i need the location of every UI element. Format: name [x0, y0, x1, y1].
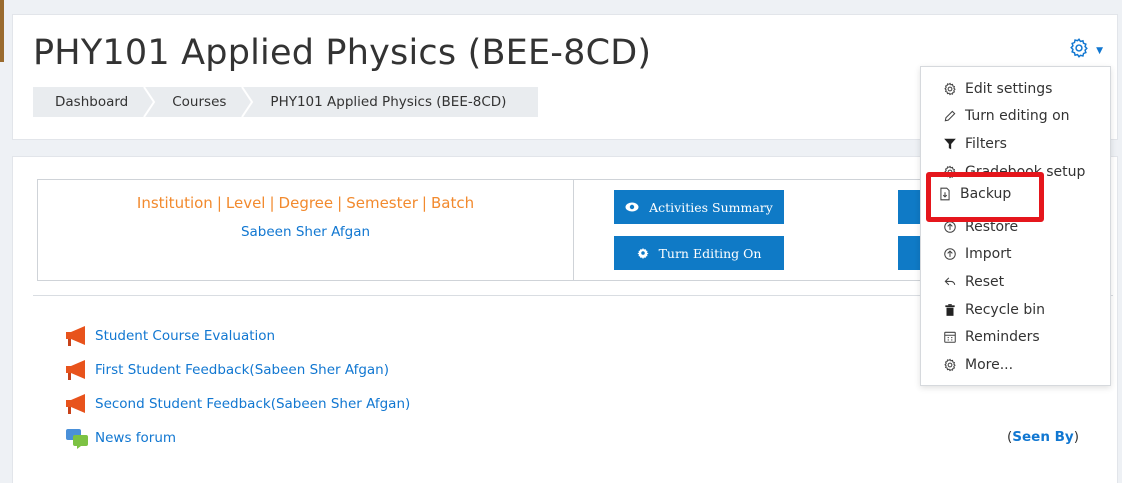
menu-item-reminders[interactable]: Reminders [921, 323, 1110, 351]
activity-first-feedback[interactable]: First Student Feedback(Sabeen Sher Afgan… [65, 359, 389, 381]
menu-item-edit-settings[interactable]: Edit settings [921, 75, 1110, 103]
gear-icon [1070, 38, 1088, 58]
menu-item-turn-editing-on[interactable]: Turn editing on [921, 103, 1110, 131]
activities-summary-label: Activities Summary [649, 199, 773, 215]
meta-batch: Batch [430, 194, 475, 212]
upload-icon [944, 220, 956, 233]
left-accent-strip [0, 0, 4, 62]
menu-item-restore[interactable]: Restore [921, 213, 1110, 241]
breadcrumb-courses[interactable]: Courses [150, 87, 254, 117]
calendar-icon [944, 331, 956, 343]
pencil-icon [944, 110, 956, 122]
activity-label: News forum [95, 430, 177, 446]
activities-summary-button[interactable]: Activities Summary [614, 190, 784, 224]
gear-icon [944, 82, 956, 96]
meta-level: Level [225, 194, 266, 212]
menu-item-filters[interactable]: Filters [921, 130, 1110, 158]
eye-icon [625, 202, 639, 212]
meta-separator: | [337, 194, 343, 212]
menu-item-label: Backup [960, 186, 1012, 202]
menu-item-label: Edit settings [965, 80, 1053, 97]
megaphone-icon [66, 326, 85, 346]
trash-icon [945, 303, 955, 316]
activity-label: First Student Feedback(Sabeen Sher Afgan… [95, 362, 390, 378]
seen-by-close: ) [1073, 429, 1079, 445]
breadcrumb-course[interactable]: PHY101 Applied Physics (BEE-8CD) [248, 87, 528, 117]
activity-news-forum[interactable]: News forum [65, 427, 176, 449]
megaphone-icon [66, 394, 85, 414]
menu-item-import[interactable]: Import [921, 241, 1110, 269]
breadcrumb-label: Courses [172, 94, 227, 110]
turn-editing-on-label: Turn Editing On [658, 245, 762, 261]
seen-by-link[interactable]: Seen By [1012, 429, 1073, 445]
cog-icon [637, 248, 649, 259]
activity-label: Student Course Evaluation [95, 328, 276, 344]
breadcrumb: Dashboard Courses PHY101 Applied Physics… [33, 87, 539, 117]
gear-icon [944, 358, 956, 372]
menu-item-recycle-bin[interactable]: Recycle bin [921, 296, 1110, 324]
menu-item-label: Gradebook setup [965, 163, 1086, 180]
menu-item-label: Import [965, 246, 1012, 263]
filter-icon [944, 138, 956, 150]
breadcrumb-label: Dashboard [55, 94, 129, 110]
meta-degree: Degree [278, 194, 334, 212]
menu-item-label: Filters [965, 135, 1007, 152]
menu-item-label: More... [965, 356, 1014, 373]
menu-item-more[interactable]: More... [921, 351, 1110, 379]
menu-item-label: Reminders [965, 329, 1040, 346]
gear-icon [944, 165, 956, 178]
forum-icon [66, 429, 88, 449]
meta-separator: | [216, 194, 222, 212]
turn-editing-on-button[interactable]: Turn Editing On [614, 236, 784, 270]
course-actions-dropdown: Edit settings Turn editing on Filters Gr… [920, 66, 1111, 386]
page-title: PHY101 Applied Physics (BEE-8CD) [33, 33, 652, 73]
reset-icon [944, 277, 956, 286]
caret-down-icon: ▼ [1096, 46, 1103, 56]
menu-item-label: Recycle bin [965, 301, 1045, 318]
breadcrumb-dashboard[interactable]: Dashboard [33, 87, 156, 117]
upload-icon [944, 248, 956, 261]
activity-course-evaluation[interactable]: Student Course Evaluation [65, 325, 275, 347]
menu-item-label: Restore [965, 218, 1019, 235]
meta-semester: Semester [346, 194, 418, 212]
megaphone-icon [66, 360, 85, 380]
menu-item-label: Reset [965, 273, 1005, 290]
meta-separator: | [421, 194, 427, 212]
activity-label: Second Student Feedback(Sabeen Sher Afga… [95, 396, 411, 412]
menu-item-backup[interactable]: Backup [938, 186, 1011, 202]
menu-item-reset[interactable]: Reset [921, 268, 1110, 296]
course-info-cell: Institution | Level | Degree | Semester | Batch … [38, 180, 574, 280]
meta-institution: Institution [136, 194, 213, 212]
activity-second-feedback[interactable]: Second Student Feedback(Sabeen Sher Afga… [65, 393, 410, 415]
course-meta-line: Institution | Level | Degree | Semester | Batch [38, 194, 573, 212]
seen-by: (Seen By) [1007, 429, 1079, 445]
file-download-icon [940, 187, 950, 201]
meta-separator: | [269, 194, 275, 212]
course-actions-menu-toggle[interactable]: ▼ [1068, 37, 1103, 59]
breadcrumb-label: PHY101 Applied Physics (BEE-8CD) [270, 94, 507, 110]
menu-item-label: Turn editing on [965, 108, 1070, 125]
teacher-name[interactable]: Sabeen Sher Afgan [38, 224, 573, 240]
